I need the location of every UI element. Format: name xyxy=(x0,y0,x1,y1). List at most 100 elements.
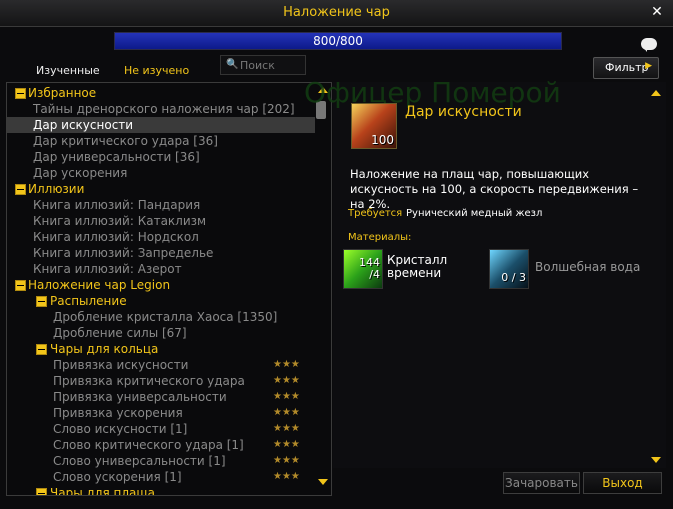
material-name: Кристалл времени xyxy=(387,254,447,280)
recipe-label: Книга иллюзий: Пандария xyxy=(33,198,201,212)
collapse-icon[interactable] xyxy=(36,488,47,495)
category-header[interactable]: Чары для плаща xyxy=(7,485,315,496)
recipe-row[interactable]: Слово искусности [1] ★★★ xyxy=(7,421,315,437)
required-label: Требуется xyxy=(348,208,403,219)
recipe-label: Наложение чар Legion xyxy=(28,278,171,292)
recipe-label: Чары для кольца xyxy=(50,342,159,356)
recipe-label: Слово универсальности [1] xyxy=(53,454,226,468)
recipe-row[interactable]: Книга иллюзий: Запределье xyxy=(7,245,315,261)
collapse-icon[interactable] xyxy=(15,280,26,291)
collapse-icon[interactable] xyxy=(15,184,26,195)
recipe-row[interactable]: Дробление силы [67] xyxy=(7,325,315,341)
filter-button[interactable]: Фильтр ▶ xyxy=(593,57,659,79)
recipe-row[interactable]: Дар ускорения xyxy=(7,165,315,181)
search-placeholder: Поиск xyxy=(240,59,275,72)
rank-stars-icon: ★★★ xyxy=(273,375,300,386)
recipe-label: Дар критического удара [36] xyxy=(33,134,218,148)
recipe-label: Слово искусности [1] xyxy=(53,422,188,436)
materials-label: Материалы: xyxy=(348,232,412,243)
recipe-label: Привязка универсальности xyxy=(53,390,227,404)
recipe-label: Привязка искусности xyxy=(53,358,189,372)
recipe-icon-count: 100 xyxy=(371,133,394,147)
required-value: Рунический медный жезл xyxy=(406,208,543,219)
search-input[interactable]: 🔍 Поиск xyxy=(220,55,306,75)
recipe-label: Слово критического удара [1] xyxy=(53,438,244,452)
title-bar: Наложение чар ✕ xyxy=(0,0,673,27)
recipe-row[interactable]: Слово универсальности [1] ★★★ xyxy=(7,453,315,469)
recipe-label: Дробление силы [67] xyxy=(53,326,187,340)
rank-stars-icon: ★★★ xyxy=(273,455,300,466)
recipe-row[interactable]: Дар универсальности [36] xyxy=(7,149,315,165)
recipe-row[interactable]: Дар искусности xyxy=(7,117,315,133)
recipe-row[interactable]: Дробление кристалла Хаоса [1350] xyxy=(7,309,315,325)
close-icon: ✕ xyxy=(651,4,663,20)
recipe-row[interactable]: Слово ускорения [1] ★★★ xyxy=(7,469,315,485)
recipe-row[interactable]: Книга иллюзий: Пандария xyxy=(7,197,315,213)
category-header[interactable]: Распыление xyxy=(7,293,315,309)
enchant-button[interactable]: Зачаровать xyxy=(503,472,580,494)
recipe-row[interactable]: Дар критического удара [36] xyxy=(7,133,315,149)
material-time-crystal-icon[interactable]: 144 /4 xyxy=(343,249,383,289)
recipe-list-scrollbar[interactable] xyxy=(314,83,330,495)
recipe-label: Дробление кристалла Хаоса [1350] xyxy=(53,310,278,324)
category-header[interactable]: Избранное xyxy=(7,85,315,101)
recipe-row[interactable]: Книга иллюзий: Азерот xyxy=(7,261,315,277)
close-button[interactable]: ✕ xyxy=(649,4,665,20)
recipe-row[interactable]: Привязка искусности ★★★ xyxy=(7,357,315,373)
material-need-count: /4 xyxy=(369,268,380,281)
filter-label: Фильтр xyxy=(605,61,649,74)
collapse-icon[interactable] xyxy=(15,88,26,99)
recipe-label: Иллюзии xyxy=(28,182,85,196)
recipe-row[interactable]: Тайны дренорского наложения чар [202] xyxy=(7,101,315,117)
material-name-word-2: времени xyxy=(387,266,442,280)
recipe-label: Распыление xyxy=(50,294,127,308)
rank-stars-icon: ★★★ xyxy=(273,407,300,418)
chat-bubble-icon[interactable] xyxy=(641,38,657,52)
tab-learned[interactable]: Изученные xyxy=(36,64,100,77)
detail-scroll-up-icon[interactable] xyxy=(651,90,661,96)
search-icon: 🔍 xyxy=(226,59,239,70)
recipe-label: Дар искусности xyxy=(33,118,134,132)
chevron-right-icon: ▶ xyxy=(645,61,652,71)
recipe-row[interactable]: Привязка ускорения ★★★ xyxy=(7,405,315,421)
recipe-label: Чары для плаща xyxy=(50,486,156,496)
recipe-row[interactable]: Книга иллюзий: Нордскол xyxy=(7,229,315,245)
recipe-label: Дар универсальности [36] xyxy=(33,150,200,164)
scroll-down-icon[interactable] xyxy=(318,479,328,485)
skill-progress-text: 800/800 xyxy=(313,34,363,48)
recipe-row[interactable]: Слово критического удара [1] ★★★ xyxy=(7,437,315,453)
recipe-icon[interactable]: 100 xyxy=(351,103,397,149)
material-name: Волшебная вода xyxy=(535,260,641,274)
detail-scroll-down-icon[interactable] xyxy=(651,457,661,463)
recipe-row[interactable]: Книга иллюзий: Катаклизм xyxy=(7,213,315,229)
category-header[interactable]: Чары для кольца xyxy=(7,341,315,357)
category-header[interactable]: Наложение чар Legion xyxy=(7,277,315,293)
collapse-icon[interactable] xyxy=(36,344,47,355)
recipe-label: Книга иллюзий: Нордскол xyxy=(33,230,199,244)
recipe-name: Дар искусности xyxy=(405,104,522,120)
material-magic-water-icon[interactable]: 0 / 3 xyxy=(489,249,529,289)
rank-stars-icon: ★★★ xyxy=(273,359,300,370)
material-name-word-1: Кристалл xyxy=(387,253,448,267)
window-title: Наложение чар xyxy=(283,5,390,20)
recipe-label: Дар ускорения xyxy=(33,166,128,180)
collapse-icon[interactable] xyxy=(36,296,47,307)
category-header[interactable]: Иллюзии xyxy=(7,181,315,197)
recipe-description: Наложение на плащ чар, повышающих искусн… xyxy=(350,167,639,211)
recipe-row[interactable]: Привязка универсальности ★★★ xyxy=(7,389,315,405)
recipe-list-panel: Избранное Тайны дренорского наложения чар… xyxy=(6,82,332,496)
recipe-label: Привязка критического удара xyxy=(53,374,245,388)
recipe-label: Книга иллюзий: Запределье xyxy=(33,246,214,260)
exit-button[interactable]: Выход xyxy=(583,472,662,494)
tab-unlearned[interactable]: Не изучено xyxy=(124,64,189,77)
recipe-label: Книга иллюзий: Азерот xyxy=(33,262,182,276)
rank-stars-icon: ★★★ xyxy=(273,439,300,450)
rank-stars-icon: ★★★ xyxy=(273,423,300,434)
recipe-label: Избранное xyxy=(28,86,97,100)
enchanting-window: Наложение чар ✕ 800/800 Изученные Не изу… xyxy=(0,0,673,509)
skill-progress-bar: 800/800 xyxy=(114,32,562,50)
recipe-row[interactable]: Привязка критического удара ★★★ xyxy=(7,373,315,389)
rank-stars-icon: ★★★ xyxy=(273,391,300,402)
recipe-label: Книга иллюзий: Катаклизм xyxy=(33,214,207,228)
recipe-label: Привязка ускорения xyxy=(53,406,183,420)
